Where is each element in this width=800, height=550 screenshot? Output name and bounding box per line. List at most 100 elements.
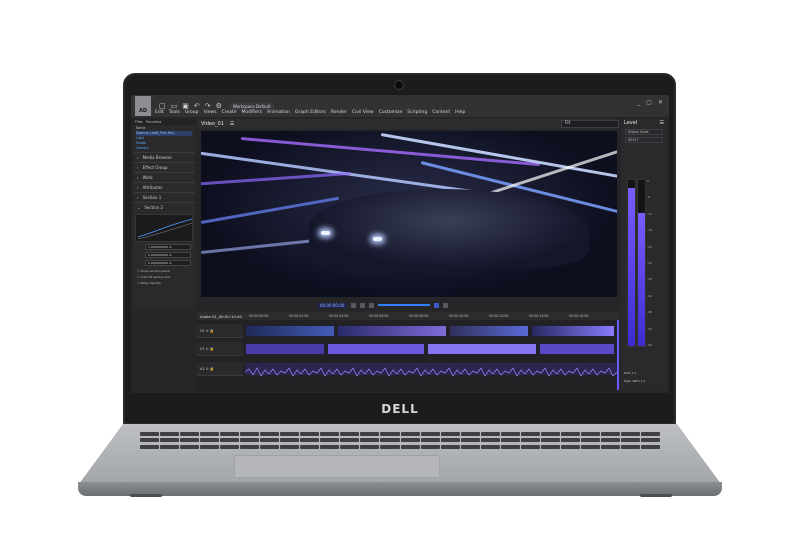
menu-group[interactable]: Group <box>185 110 199 115</box>
zoom-select[interactable]: Fit <box>561 120 619 128</box>
menu-scripting[interactable]: Scripting <box>407 110 427 115</box>
standard-select[interactable]: AES17 <box>625 137 663 143</box>
scrub-bar[interactable] <box>378 304 431 306</box>
key <box>260 432 280 436</box>
video-clip[interactable] <box>327 343 425 355</box>
key <box>380 438 400 443</box>
video-clip[interactable] <box>245 343 325 355</box>
viewer-title: Video_01 <box>201 121 224 127</box>
workspace-select[interactable]: Workspace Default <box>229 102 274 110</box>
key <box>360 444 380 449</box>
menu-tools[interactable]: Tools <box>169 110 180 115</box>
section-media-browser[interactable]: › Media Browser <box>133 152 195 162</box>
new-file-icon[interactable]: □ <box>159 102 166 110</box>
scene-tree: Name Daphne_Leslit_Trim Hrd... Light Sha… <box>133 125 195 152</box>
tree-item[interactable]: Camera <box>136 146 192 151</box>
minimize-button[interactable]: _ <box>637 99 640 106</box>
prev-frame-button[interactable] <box>351 302 357 308</box>
ruler-time: 00:00:02:00 <box>289 314 309 318</box>
track-header-v1[interactable]: V1 ⊙ 🔒 <box>197 342 243 356</box>
value-field[interactable]: 0.000000000 m <box>145 260 191 266</box>
level-meter-left <box>627 179 636 347</box>
loop-button[interactable] <box>434 302 440 308</box>
menu-graph-editors[interactable]: Graph Editors <box>295 110 326 115</box>
key <box>400 432 420 436</box>
key <box>460 432 480 436</box>
dell-logo: DELL <box>381 402 419 416</box>
menu-render[interactable]: Render <box>331 110 347 115</box>
section-attributes[interactable]: › Attributes <box>133 182 195 192</box>
key <box>260 444 280 449</box>
key <box>520 438 540 443</box>
menu-content[interactable]: Content <box>432 110 450 115</box>
section-effect-group[interactable]: › Effect Group <box>133 162 195 172</box>
laptop-foot <box>640 494 672 497</box>
key <box>140 438 160 443</box>
level-meter-fill <box>638 213 645 346</box>
scale-select[interactable]: Digital Scale <box>625 129 663 135</box>
key <box>140 432 160 436</box>
value-field[interactable]: 0.000000000 m <box>145 252 191 258</box>
key <box>640 438 660 443</box>
video-clip[interactable] <box>337 325 447 337</box>
key <box>420 438 440 443</box>
track-header-v2[interactable]: V2 ⊙ 🔒 <box>197 324 243 338</box>
next-frame-button[interactable] <box>369 302 375 308</box>
peak-readout: Peak dBFS 1.5 <box>624 379 646 383</box>
value-field[interactable]: 1.000000000 m <box>145 244 191 250</box>
rms-readout: RMS 1.0 <box>624 371 637 375</box>
light-trail <box>380 133 617 182</box>
headlight <box>373 237 382 241</box>
video-clip[interactable] <box>531 325 615 337</box>
track-header-a1[interactable]: A1 ⊙ 🔒 <box>197 362 243 376</box>
redo-icon[interactable]: ↷ <box>205 102 211 110</box>
key <box>480 444 500 449</box>
menu-views[interactable]: Views <box>204 110 217 115</box>
key <box>500 438 520 443</box>
panel-menu-icon[interactable]: ☰ <box>660 120 664 126</box>
section-1[interactable]: › Section 1 <box>133 192 195 202</box>
key <box>160 432 180 436</box>
section-work[interactable]: › Work <box>133 172 195 182</box>
tab-favorites[interactable]: Favorites <box>146 120 162 124</box>
menu-modifiers[interactable]: Modifiers <box>242 110 263 115</box>
timecode-display[interactable]: 00:00:00:00 <box>317 302 348 308</box>
menu-help[interactable]: Help <box>455 110 465 115</box>
key <box>440 438 460 443</box>
video-clip[interactable] <box>449 325 529 337</box>
menu-create[interactable]: Create <box>222 110 237 115</box>
undo-icon[interactable]: ↶ <box>194 102 200 110</box>
video-viewer[interactable] <box>201 131 617 297</box>
video-clip[interactable] <box>427 343 537 355</box>
audio-waveform[interactable] <box>244 363 618 377</box>
menu-civil-view[interactable]: Civil View <box>352 110 374 115</box>
key <box>360 438 380 443</box>
checkbox-relay-tips[interactable]: ☐ Relay tips file <box>133 280 195 286</box>
menu-animation[interactable]: Animation <box>267 110 290 115</box>
tab-files[interactable]: Files <box>135 120 143 124</box>
marker-button[interactable] <box>443 302 449 308</box>
menu-customize[interactable]: Customize <box>379 110 403 115</box>
key <box>240 432 260 436</box>
key <box>320 438 340 443</box>
maximize-button[interactable]: ▢ <box>646 99 652 106</box>
timeline-ruler[interactable]: Audio 01_00:00:10:40 00:00:00:00 00:00:0… <box>197 312 619 320</box>
open-folder-icon[interactable]: ▭ <box>171 102 178 110</box>
section-2[interactable]: ⌄ Section 2 <box>133 202 195 212</box>
curve-graph[interactable] <box>135 214 193 242</box>
close-button[interactable]: ✕ <box>658 99 663 106</box>
menu-icon[interactable]: ☰ <box>230 121 234 127</box>
playhead[interactable] <box>617 320 619 390</box>
ruler-time: 00:00:14:00 <box>529 314 549 318</box>
video-clip[interactable] <box>539 343 615 355</box>
key <box>580 444 600 449</box>
key <box>600 432 620 436</box>
play-button[interactable] <box>360 302 366 308</box>
video-clip[interactable] <box>245 325 335 337</box>
save-icon[interactable]: ▣ <box>182 102 189 110</box>
settings-icon[interactable]: ⚙ <box>216 102 222 110</box>
menu-edit[interactable]: Edit <box>155 110 164 115</box>
key <box>160 444 180 449</box>
key <box>280 444 300 449</box>
key <box>420 444 440 449</box>
